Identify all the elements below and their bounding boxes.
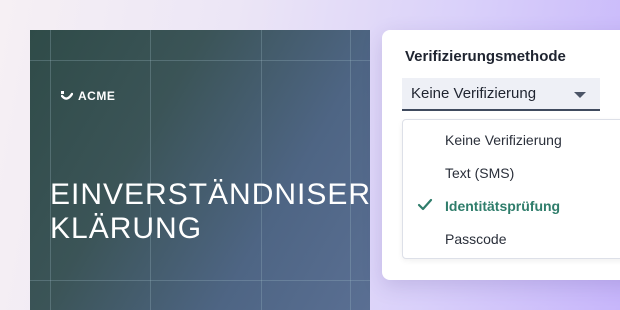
acme-logo-icon [61,91,73,100]
grid-line [50,30,51,310]
grid-line [30,280,370,281]
verification-method-label: Verifizierungsmethode [405,48,566,65]
menu-item-keine-verifizierung[interactable]: Keine Verifizierung [403,123,620,156]
verification-method-menu: Keine Verifizierung Text (SMS) Identität… [402,119,620,259]
verification-method-select[interactable]: Keine Verifizierung [402,78,600,111]
menu-item-label: Text (SMS) [445,164,515,181]
verification-panel: Verifizierungsmethode Keine Verifizierun… [382,30,620,280]
document-title-line2: KLÄRUNG [50,212,203,245]
select-value: Keine Verifizierung [411,85,537,102]
menu-item-label: Passcode [445,230,507,247]
document-title: EINVERSTÄNDNISER- KLÄRUNG [50,178,370,246]
document-preview: ACME EINVERSTÄNDNISER- KLÄRUNG [30,30,370,310]
menu-item-text-sms[interactable]: Text (SMS) [403,156,620,189]
grid-line [150,30,151,310]
menu-item-label: Identitätsprüfung [445,197,561,214]
dropdown-caret-icon [574,92,586,98]
checkmark-icon [417,198,433,211]
menu-item-label: Keine Verifizierung [445,131,562,148]
acme-logo: ACME [61,89,115,103]
grid-line [261,30,262,310]
menu-item-passcode[interactable]: Passcode [403,222,620,255]
grid-line [30,60,370,61]
grid-line [350,30,351,310]
document-title-line1: EINVERSTÄNDNISER- [50,178,370,211]
logo-text: ACME [78,89,116,103]
menu-item-identitaetspruefung[interactable]: Identitätsprüfung [403,189,620,222]
